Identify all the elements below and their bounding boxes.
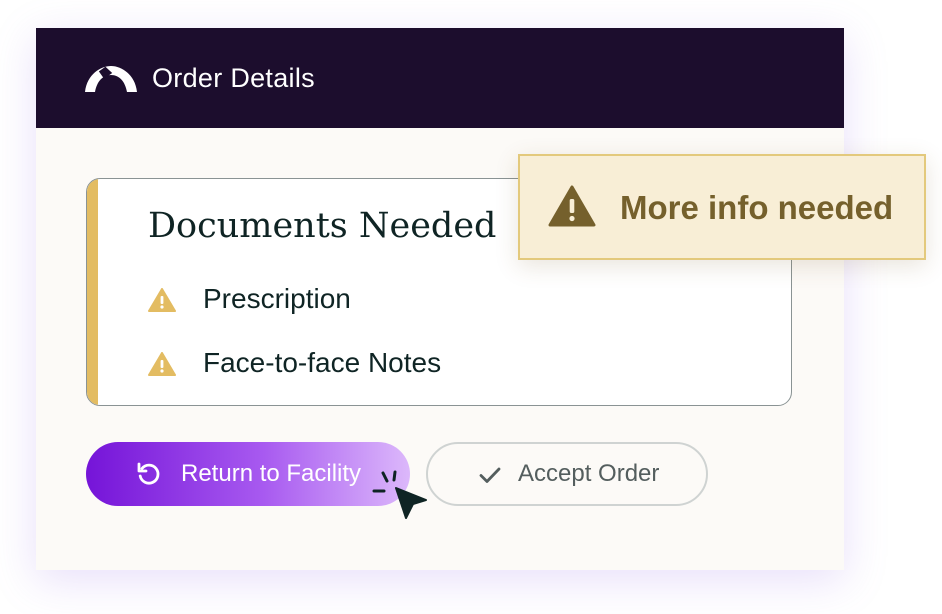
arch-logo-icon <box>85 66 137 92</box>
page-title: Order Details <box>152 63 315 93</box>
order-details-card: Order Details Documents Needed Prescript… <box>36 28 844 570</box>
documents-needed-title: Documents Needed <box>148 206 497 246</box>
more-info-needed-alert: More info needed <box>518 154 926 260</box>
return-to-facility-button[interactable]: Return to Facility <box>86 442 410 506</box>
return-to-facility-label: Return to Facility <box>181 460 362 487</box>
document-item-label: Prescription <box>203 283 351 314</box>
document-item-label: Face-to-face Notes <box>203 347 442 378</box>
accept-order-button[interactable]: Accept Order <box>426 442 708 506</box>
panel-accent-bar <box>87 179 98 405</box>
refresh-icon <box>137 462 160 485</box>
warning-icon <box>548 185 596 227</box>
stage: Order Details Documents Needed Prescript… <box>0 0 942 614</box>
warning-icon <box>148 352 176 376</box>
alert-label: More info needed <box>620 189 894 226</box>
card-header: Order Details <box>36 28 844 128</box>
warning-icon <box>148 288 176 312</box>
accept-order-label: Accept Order <box>518 460 660 487</box>
checkmark-icon <box>479 467 501 483</box>
